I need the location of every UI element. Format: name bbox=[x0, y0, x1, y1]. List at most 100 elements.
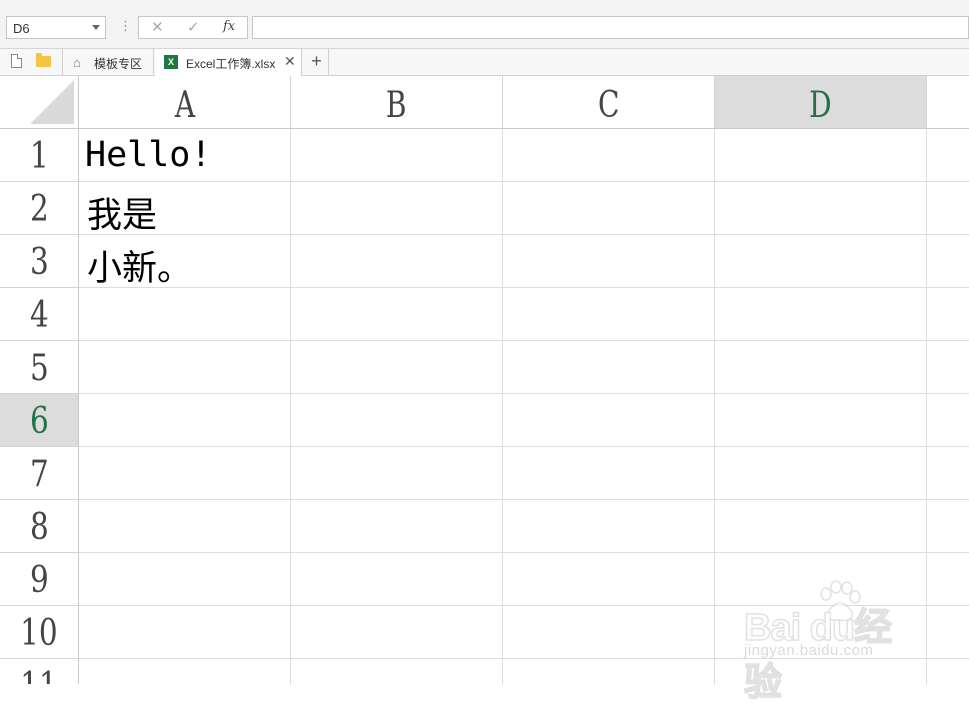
row-header-10[interactable]: 10 bbox=[0, 606, 79, 659]
cell-b1[interactable] bbox=[291, 129, 503, 182]
cell-a8[interactable] bbox=[79, 500, 291, 553]
home-icon: ⌂ bbox=[73, 55, 81, 70]
cell-value: 我是 bbox=[87, 196, 158, 236]
cell-c8[interactable] bbox=[503, 500, 715, 553]
cell-c5[interactable] bbox=[503, 341, 715, 394]
row-header-label: 8 bbox=[29, 507, 49, 548]
cell-b2[interactable] bbox=[291, 182, 503, 235]
formula-input[interactable] bbox=[252, 16, 969, 39]
cell-a10[interactable] bbox=[79, 606, 291, 659]
tab-templates-label: 模板专区 bbox=[94, 57, 143, 71]
cell-c1[interactable] bbox=[503, 129, 715, 182]
cell-b8[interactable] bbox=[291, 500, 503, 553]
close-icon[interactable]: ✕ bbox=[284, 53, 296, 70]
formula-actions: ✕ ✓ fx bbox=[138, 16, 248, 39]
cell-c9[interactable] bbox=[503, 553, 715, 606]
row-header-label: 5 bbox=[29, 348, 49, 389]
cell-c7[interactable] bbox=[503, 447, 715, 500]
column-header-b[interactable]: B bbox=[291, 76, 503, 129]
column-header-next[interactable] bbox=[927, 76, 969, 129]
name-box-value: D6 bbox=[13, 21, 30, 36]
cell-b5[interactable] bbox=[291, 341, 503, 394]
cell-a5[interactable] bbox=[79, 341, 291, 394]
cell-d9[interactable] bbox=[715, 553, 927, 606]
column-header-label: D bbox=[809, 85, 832, 126]
cell-d3[interactable] bbox=[715, 235, 927, 288]
cell-next1[interactable] bbox=[927, 129, 969, 182]
cell-c4[interactable] bbox=[503, 288, 715, 341]
new-file-icon[interactable] bbox=[11, 54, 22, 68]
cell-a11[interactable] bbox=[79, 659, 291, 684]
select-all-corner[interactable] bbox=[0, 76, 79, 129]
cell-b3[interactable] bbox=[291, 235, 503, 288]
name-box[interactable]: D6 bbox=[6, 16, 106, 39]
row-header-5[interactable]: 5 bbox=[0, 341, 79, 394]
folder-icon[interactable] bbox=[36, 53, 51, 67]
tab-workbook-label: Excel工作簿.xlsx bbox=[186, 57, 276, 71]
row-header-1[interactable]: 1 bbox=[0, 129, 79, 182]
cell-d11[interactable] bbox=[715, 659, 927, 684]
column-header-c[interactable]: C bbox=[503, 76, 715, 129]
cell-d7[interactable] bbox=[715, 447, 927, 500]
cell-value: Hello! bbox=[85, 135, 212, 175]
cell-b10[interactable] bbox=[291, 606, 503, 659]
cell-a6[interactable] bbox=[79, 394, 291, 447]
add-tab-button[interactable]: + bbox=[305, 49, 329, 75]
cell-d6[interactable] bbox=[715, 394, 927, 447]
row-header-label: 3 bbox=[29, 242, 49, 283]
cell-d10[interactable] bbox=[715, 606, 927, 659]
cell-d4[interactable] bbox=[715, 288, 927, 341]
cell-next3[interactable] bbox=[927, 235, 969, 288]
cell-next10[interactable] bbox=[927, 606, 969, 659]
cell-b4[interactable] bbox=[291, 288, 503, 341]
cell-b9[interactable] bbox=[291, 553, 503, 606]
row-header-2[interactable]: 2 bbox=[0, 182, 79, 235]
row-header-4[interactable]: 4 bbox=[0, 288, 79, 341]
tab-templates[interactable]: ⌂ 模板专区 bbox=[62, 49, 154, 75]
cell-d8[interactable] bbox=[715, 500, 927, 553]
cell-next6[interactable] bbox=[927, 394, 969, 447]
row-header-11[interactable]: 11 bbox=[0, 659, 79, 684]
cell-b6[interactable] bbox=[291, 394, 503, 447]
cell-c2[interactable] bbox=[503, 182, 715, 235]
row-header-8[interactable]: 8 bbox=[0, 500, 79, 553]
cell-c6[interactable] bbox=[503, 394, 715, 447]
cell-b11[interactable] bbox=[291, 659, 503, 684]
cell-c10[interactable] bbox=[503, 606, 715, 659]
cell-b7[interactable] bbox=[291, 447, 503, 500]
more-options-icon[interactable]: ⋮ bbox=[119, 18, 132, 34]
cell-c3[interactable] bbox=[503, 235, 715, 288]
row-header-7[interactable]: 7 bbox=[0, 447, 79, 500]
insert-function-icon[interactable]: fx bbox=[223, 19, 235, 34]
cell-d2[interactable] bbox=[715, 182, 927, 235]
document-tab-bar: ⌂ 模板专区 X Excel工作簿.xlsx ✕ + bbox=[0, 49, 969, 76]
cell-next2[interactable] bbox=[927, 182, 969, 235]
cancel-icon[interactable]: ✕ bbox=[151, 18, 164, 36]
cell-d5[interactable] bbox=[715, 341, 927, 394]
cell-c11[interactable] bbox=[503, 659, 715, 684]
row-header-label: 6 bbox=[29, 401, 49, 442]
cell-next9[interactable] bbox=[927, 553, 969, 606]
row-header-label: 10 bbox=[20, 613, 58, 654]
cell-next8[interactable] bbox=[927, 500, 969, 553]
cell-a7[interactable] bbox=[79, 447, 291, 500]
cell-next5[interactable] bbox=[927, 341, 969, 394]
column-header-d[interactable]: D bbox=[715, 76, 927, 129]
cell-d1[interactable] bbox=[715, 129, 927, 182]
column-header-a[interactable]: A bbox=[79, 76, 291, 129]
cell-a1[interactable]: Hello! bbox=[79, 129, 291, 182]
chevron-down-icon[interactable] bbox=[92, 25, 100, 30]
row-header-3[interactable]: 3 bbox=[0, 235, 79, 288]
tab-workbook[interactable]: X Excel工作簿.xlsx ✕ bbox=[155, 49, 302, 76]
cell-next7[interactable] bbox=[927, 447, 969, 500]
cell-a4[interactable] bbox=[79, 288, 291, 341]
cell-next11[interactable] bbox=[927, 659, 969, 684]
cell-a9[interactable] bbox=[79, 553, 291, 606]
row-header-9[interactable]: 9 bbox=[0, 553, 79, 606]
spreadsheet-grid: A B C D 1 Hello! 2 我是 3 小新。 4 5 6 7 8 9 10 11 bbox=[0, 76, 969, 684]
cell-a3[interactable]: 小新。 bbox=[79, 235, 291, 289]
confirm-icon[interactable]: ✓ bbox=[187, 18, 200, 36]
row-header-6[interactable]: 6 bbox=[0, 394, 79, 447]
cell-next4[interactable] bbox=[927, 288, 969, 341]
cell-a2[interactable]: 我是 bbox=[79, 182, 291, 236]
